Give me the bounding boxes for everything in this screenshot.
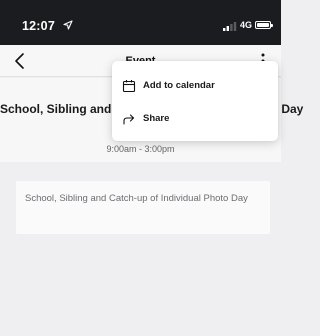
battery-level-fill — [257, 23, 269, 27]
event-time: 9:00am - 3:00pm — [106, 144, 175, 154]
event-description: School, Sibling and Catch-up of Individu… — [25, 193, 248, 204]
share-arrow-icon — [123, 114, 135, 125]
battery-icon — [255, 21, 273, 29]
menu-item-add-to-calendar[interactable]: Add to calendar — [112, 70, 278, 102]
menu-item-label: Share — [143, 113, 170, 124]
menu-item-label: Add to calendar — [143, 80, 215, 91]
location-arrow-icon — [63, 20, 73, 30]
overflow-menu: Add to calendar Share — [112, 61, 278, 141]
cellular-signal-icon — [223, 22, 237, 31]
calendar-icon — [122, 80, 136, 93]
status-bar: 12:07 4G — [0, 0, 281, 45]
event-description-card: School, Sibling and Catch-up of Individu… — [16, 181, 270, 234]
network-type: 4G — [240, 20, 253, 30]
menu-item-share[interactable]: Share — [112, 103, 278, 135]
status-time: 12:07 — [22, 19, 55, 33]
